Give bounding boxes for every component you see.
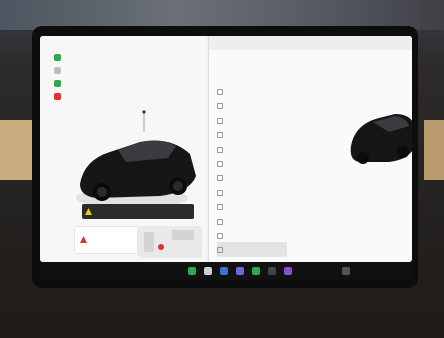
menu-item[interactable] (217, 98, 287, 112)
location-pin-icon (158, 244, 164, 250)
app-icon[interactable] (220, 267, 228, 275)
app-icon[interactable] (204, 267, 212, 275)
settings-menu (217, 84, 287, 262)
menu-item[interactable] (217, 84, 287, 98)
music-icon[interactable] (252, 267, 260, 275)
alert-banner[interactable] (82, 204, 194, 219)
error-icon (80, 236, 87, 243)
menu-item[interactable] (217, 214, 287, 228)
mini-map[interactable] (138, 226, 202, 258)
menu-item[interactable] (217, 156, 287, 170)
controls-pane (208, 36, 412, 262)
detail-panel (283, 171, 411, 179)
touchscreen (40, 36, 412, 262)
menu-item-selected[interactable] (217, 242, 287, 257)
phone-icon[interactable] (188, 267, 196, 275)
app-icon[interactable] (236, 267, 244, 275)
menu-item[interactable] (217, 113, 287, 127)
app-icon[interactable] (268, 267, 276, 275)
menu-item[interactable] (217, 127, 287, 141)
dashboard-wood-left (0, 120, 34, 180)
app-icon[interactable] (284, 267, 292, 275)
menu-item[interactable] (217, 142, 287, 156)
car-view-pane (40, 36, 206, 262)
menu-item[interactable] (217, 228, 287, 242)
menu-item[interactable] (217, 185, 287, 199)
volume-icon[interactable] (342, 267, 350, 275)
dashboard-wood-right (424, 120, 444, 180)
taskbar (40, 262, 412, 280)
menu-item[interactable] (217, 199, 287, 213)
warning-triangle-icon (85, 208, 92, 215)
notification-card[interactable] (74, 226, 138, 254)
menu-item[interactable] (217, 170, 287, 184)
